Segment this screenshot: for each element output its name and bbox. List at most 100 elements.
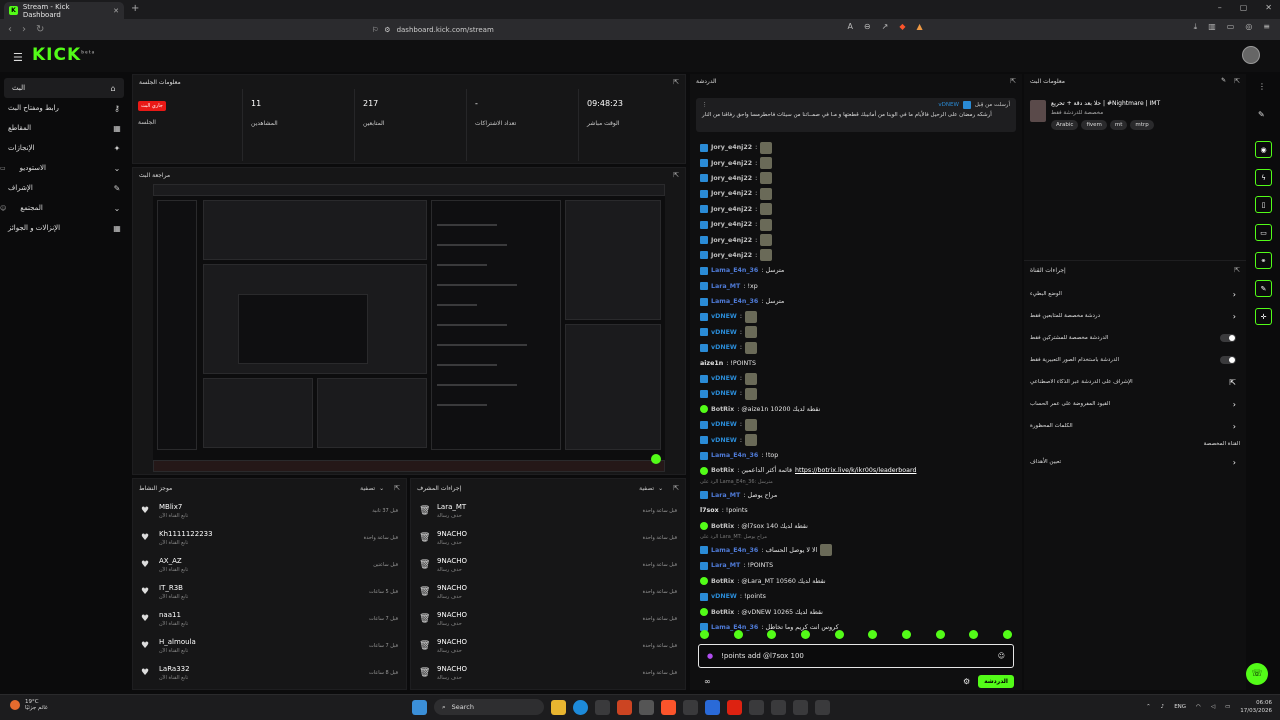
popout-icon[interactable]: ⇱ [1234, 77, 1240, 85]
toggle-switch[interactable] [1220, 356, 1236, 364]
chat-username[interactable]: BotRix [711, 578, 734, 585]
tag-pill[interactable]: mt [1109, 120, 1128, 130]
zoom-icon[interactable]: ⊖ [864, 22, 871, 32]
vpn-icon[interactable]: ◎ [1245, 22, 1252, 32]
emote-icon[interactable] [800, 630, 810, 639]
edit-icon[interactable]: ✎ [1258, 110, 1265, 119]
popout-icon[interactable]: ⇱ [1010, 77, 1016, 85]
popout-icon[interactable]: ⇱ [673, 78, 679, 86]
chat-message[interactable]: Lara_MT: !xp [690, 279, 1020, 294]
app-icon[interactable] [705, 699, 720, 715]
chat-link[interactable]: https://botrix.live/k/ikr00s/leaderboard [795, 467, 916, 474]
toggle-switch[interactable] [1220, 334, 1236, 342]
chat-username[interactable]: Jory_e4nj22 [711, 237, 752, 244]
chevron-up-icon[interactable]: ⌃ [1146, 704, 1151, 710]
start-icon[interactable] [412, 699, 427, 715]
minimize-icon[interactable]: – [1218, 3, 1222, 12]
emote-icon[interactable] [901, 630, 911, 639]
channel-action-row[interactable]: دردشة مخصصة للمتابعين فقط › [1024, 305, 1246, 327]
chat-message[interactable]: vDNEW: !points [690, 589, 1020, 604]
edit-icon[interactable]: ✎ [1221, 77, 1226, 85]
username[interactable]: 9NACHO [437, 611, 635, 619]
chat-message[interactable]: BotRix: @vDNEW 10265 نقطة لديك [690, 604, 1020, 619]
chat-message[interactable]: vDNEW: [690, 432, 1020, 447]
translate-icon[interactable]: A [847, 22, 852, 32]
settings-icon[interactable]: ⚙ [963, 677, 970, 686]
chat-username[interactable]: Jory_e4nj22 [711, 175, 752, 182]
chat-username[interactable]: BotRix [711, 406, 734, 413]
chat-username[interactable]: Lama_E4n_36 [711, 547, 758, 554]
chat-username[interactable]: vDNEW [711, 344, 737, 351]
app-icon[interactable] [793, 699, 808, 715]
chat-username[interactable]: BotRix [711, 609, 734, 616]
username[interactable]: LaRa332 [159, 665, 361, 673]
rail-button-chat[interactable]: ▭ [1255, 224, 1272, 241]
username[interactable]: Kh1111122233 [159, 530, 356, 538]
sidebar-item-studio[interactable]: ⌄ الاستوديو ▭ [0, 158, 128, 178]
site-info-icon[interactable]: ⚙ [384, 26, 390, 34]
emote-icon[interactable] [767, 630, 777, 639]
popout-icon[interactable]: ⇱ [673, 484, 679, 492]
rail-button-tools[interactable]: ✎ [1255, 280, 1272, 297]
emote-icon[interactable] [733, 630, 743, 639]
set-goals-row[interactable]: تعيين الأهداف › [1024, 451, 1246, 473]
username[interactable]: 9NACHO [437, 557, 635, 565]
chat-username[interactable]: Jory_e4nj22 [711, 190, 752, 197]
emote-icon[interactable] [935, 630, 945, 639]
chat-username[interactable]: vDNEW [711, 329, 737, 336]
popout-icon[interactable]: ⇱ [1234, 266, 1240, 274]
username[interactable]: 9NACHO [437, 665, 635, 673]
sidebar-item-stream[interactable]: ⌂ البث [4, 78, 124, 98]
app-icon[interactable] [771, 699, 786, 715]
chat-message[interactable]: Lara_MT: !POINTS [690, 558, 1020, 573]
chat-input[interactable]: ● !points add @l7sox 100 ☺ [698, 644, 1014, 668]
chat-message[interactable]: Jory_e4nj22: [690, 171, 1020, 186]
emote-icon[interactable] [834, 630, 844, 639]
clock[interactable]: 06:06 17/03/2026 [1240, 699, 1272, 715]
rewards-icon[interactable]: ▲ [916, 22, 922, 32]
battery-icon[interactable]: ▭ [1225, 704, 1230, 710]
chat-username[interactable]: Jory_e4nj22 [711, 206, 752, 213]
wifi-icon[interactable]: ◠ [1196, 704, 1201, 710]
chat-username[interactable]: vDNEW [711, 375, 737, 382]
download-icon[interactable]: ⤓ [1194, 22, 1198, 32]
app-icon[interactable] [749, 699, 764, 715]
chat-username[interactable]: BotRix [711, 523, 734, 530]
kick-logo[interactable]: KICKbeta [32, 45, 95, 65]
forward-icon[interactable]: › [22, 24, 26, 35]
emote-icon[interactable] [1002, 630, 1012, 639]
app-icon[interactable] [639, 699, 654, 715]
emote-icon[interactable] [700, 630, 709, 639]
wallet-icon[interactable]: ▭ [1227, 22, 1235, 32]
store-icon[interactable] [595, 699, 610, 715]
assistant-fab[interactable]: ☏ [1246, 663, 1268, 685]
username[interactable]: Lara_MT [437, 503, 635, 511]
chat-username[interactable]: vDNEW [711, 437, 737, 444]
username[interactable]: 9NACHO [437, 530, 635, 538]
channel-action-row[interactable]: الدردشة مخصصة للمشتركين فقط [1024, 327, 1246, 349]
sidebar-item-stream-key[interactable]: ⚷ رابط ومفتاح البث [0, 98, 128, 118]
pinned-message[interactable]: ⋮ vDNEW أرسلت من قِبل أرشكه رمضان على الرح… [696, 98, 1016, 132]
microphone-icon[interactable]: ● [707, 652, 713, 660]
tag-pill[interactable]: Arabic [1051, 120, 1079, 130]
browser-tab[interactable]: K Stream - Kick Dashboard ✕ [4, 2, 124, 19]
chat-username[interactable]: Jory_e4nj22 [711, 144, 752, 151]
chat-message[interactable]: Jory_e4nj22: [690, 217, 1020, 232]
stream-preview-video[interactable] [153, 184, 665, 472]
hamburger-menu-icon[interactable]: ☰ [13, 51, 23, 64]
chat-message[interactable]: Lama_E4n_36: مترسل [690, 263, 1020, 278]
sidebar-item-clips[interactable]: ▦ المقاطع [0, 118, 128, 138]
app-icon[interactable] [617, 699, 632, 715]
rail-button-plus[interactable]: ✛ [1255, 308, 1272, 325]
rail-button-link[interactable]: ⚭ [1255, 252, 1272, 269]
username[interactable]: naa11 [159, 611, 361, 619]
share-icon[interactable]: ↗ [882, 22, 889, 32]
chat-username[interactable]: Lama_E4n_36 [711, 452, 758, 459]
tag-pill[interactable]: mtrp [1130, 120, 1154, 130]
chat-message[interactable]: Jory_e4nj22: [690, 202, 1020, 217]
taskbar-search[interactable]: ⌕ Search [434, 699, 544, 715]
back-icon[interactable]: ‹ [8, 24, 12, 35]
weather-widget[interactable]: 19°C غائم جزئيًا [10, 699, 48, 711]
chat-username[interactable]: Jory_e4nj22 [711, 252, 752, 259]
external-link-icon[interactable]: ⇱ [1229, 378, 1236, 387]
